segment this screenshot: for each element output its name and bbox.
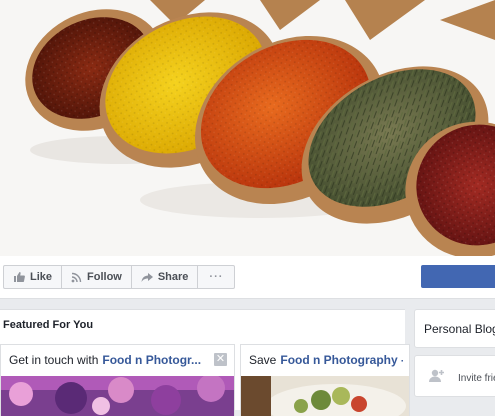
more-icon: ··· [209, 271, 224, 283]
card-prefix: Save [249, 353, 277, 367]
page-category-box: Personal Blog [414, 309, 495, 348]
page-action-bar: Like Follow Share ··· [0, 256, 495, 299]
card-prefix: Get in touch with [9, 353, 99, 367]
page-action-buttons: Like Follow Share ··· [3, 265, 236, 289]
page-link[interactable]: Food n Photography - [280, 353, 403, 367]
like-button[interactable]: Like [4, 266, 63, 288]
invite-friends-row[interactable]: Invite frie [429, 369, 495, 388]
share-label: Share [157, 271, 189, 283]
like-label: Like [30, 271, 53, 283]
follow-label: Follow [87, 271, 122, 283]
share-arrow-icon [141, 272, 153, 283]
rss-icon [71, 272, 82, 283]
add-friend-icon [429, 369, 445, 388]
follow-button[interactable]: Follow [62, 266, 132, 288]
featured-section: Featured For You Get in touch with Food … [0, 309, 410, 416]
close-icon[interactable]: ✕ [214, 353, 227, 366]
more-options-button[interactable]: ··· [198, 266, 234, 288]
cover-photo[interactable] [0, 0, 495, 256]
thumbs-up-icon [13, 271, 25, 283]
card-header: Get in touch with Food n Photogr... [9, 353, 212, 367]
card-image [241, 376, 409, 416]
invite-friends-label: Invite frie [458, 373, 495, 384]
page-link[interactable]: Food n Photogr... [102, 353, 201, 367]
spices-image [0, 0, 495, 256]
card-header: Save Food n Photography - [249, 353, 403, 367]
featured-card-contact[interactable]: Get in touch with Food n Photogr... ✕ [0, 344, 235, 416]
primary-cta-button[interactable] [421, 265, 495, 288]
featured-card-save[interactable]: Save Food n Photography - [240, 344, 410, 416]
featured-title: Featured For You [3, 319, 94, 331]
card-image [1, 376, 234, 416]
invite-friends-box[interactable]: Invite frie [414, 355, 495, 397]
share-button[interactable]: Share [132, 266, 199, 288]
page-category: Personal Blog [424, 322, 495, 336]
